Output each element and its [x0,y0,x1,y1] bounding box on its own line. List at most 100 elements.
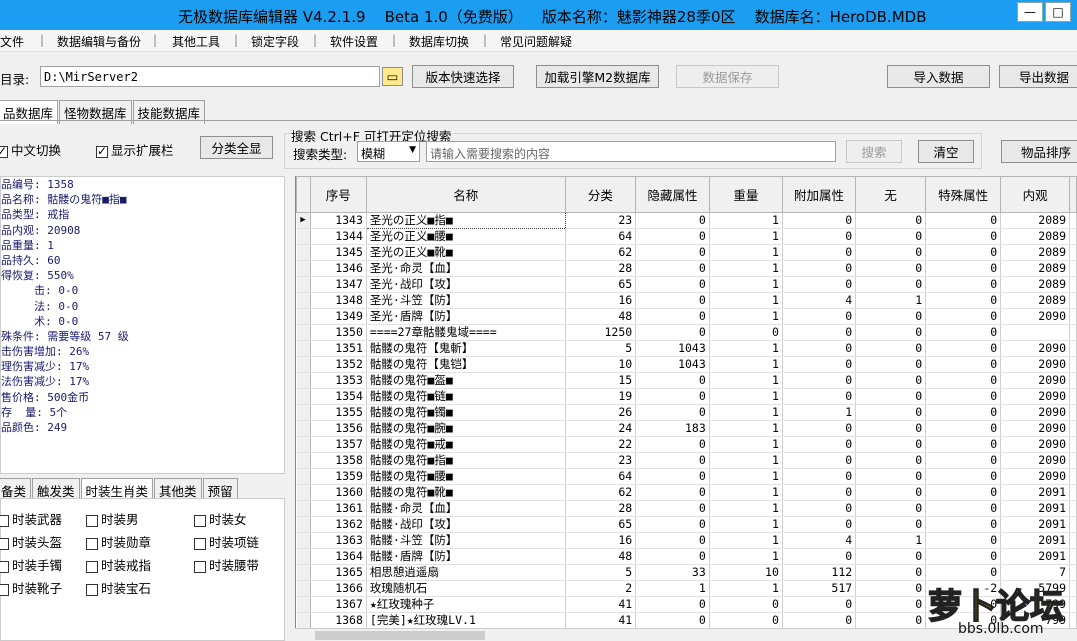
table-cell[interactable]: 1 [709,468,783,485]
table-cell[interactable]: 0 [635,452,710,469]
table-cell[interactable]: 2090 [1000,404,1070,421]
table-cell[interactable]: 0 [782,452,857,469]
table-cell[interactable]: 0 [635,612,710,629]
table-cell[interactable]: 16 [565,292,637,309]
table-cell[interactable]: 1 [635,580,710,597]
table-cell[interactable]: 1359 [310,468,367,485]
minimize-button[interactable]: — [1017,2,1043,22]
table-row[interactable]: 1346 圣光·命灵【血】 28 0 1 0 0 0 2089 [296,260,1077,277]
category-checkbox[interactable]: 时装手镯 [0,555,62,574]
table-cell[interactable]: 0 [782,212,857,229]
table-cell[interactable]: 1 [855,292,927,309]
table-cell[interactable]: 183 [635,420,710,437]
table-cell[interactable]: 骷髅の鬼符■靴■ [366,484,566,501]
table-cell[interactable]: 骷髅の鬼符■戒■ [366,436,566,453]
table-row[interactable]: 1354 骷髅の鬼符■链■ 19 0 1 0 0 0 2090 [296,388,1077,405]
table-cell[interactable]: 1 [855,532,927,549]
table-cell[interactable]: 0 [925,260,1002,277]
table-cell[interactable]: 0 [855,580,927,597]
table-cell[interactable]: 0 [855,372,927,389]
table-row[interactable]: ▶ 1343 圣光の正义■指■ 23 0 1 0 0 0 2089 [296,212,1077,229]
category-checkbox[interactable]: 时装女 [194,509,247,528]
show-all-categories-button[interactable]: 分类全显 [200,136,273,159]
table-cell[interactable]: 1356 [310,420,367,437]
table-cell[interactable]: 2089 [1000,244,1070,261]
table-cell[interactable]: 1 [709,308,783,325]
table-cell[interactable]: 0 [855,276,927,293]
table-cell[interactable]: 0 [782,436,857,453]
category-checkbox[interactable]: 时装勋章 [86,532,151,551]
table-cell[interactable]: 64 [565,228,637,245]
table-cell[interactable]: 22 [565,436,637,453]
table-cell[interactable]: 1361 [310,500,367,517]
table-cell[interactable]: 1364 [310,548,367,565]
table-cell[interactable]: 10 [565,356,637,373]
table-cell[interactable]: 圣光の正义■腰■ [366,228,566,245]
table-cell[interactable]: 0 [925,516,1002,533]
table-cell[interactable]: 0 [635,324,710,341]
table-cell[interactable]: 0 [635,484,710,501]
table-cell[interactable]: 骷髅の鬼符【鬼铠】 [366,356,566,373]
table-cell[interactable]: 圣光の正义■靴■ [366,244,566,261]
table-cell[interactable]: 0 [782,340,857,357]
table-cell[interactable]: 1367 [310,596,367,613]
table-row[interactable]: 1345 圣光の正义■靴■ 62 0 1 0 0 0 2089 [296,244,1077,261]
table-cell[interactable]: 0 [782,244,857,261]
category-checkbox[interactable]: 时装宝石 [86,578,151,597]
table-cell[interactable]: 0 [855,420,927,437]
table-cell[interactable]: 0 [782,516,857,533]
table-cell[interactable]: 0 [635,532,710,549]
table-cell[interactable]: 1 [709,292,783,309]
save-data-button[interactable]: 数据保存 [676,65,779,88]
table-cell[interactable]: 0 [782,228,857,245]
table-row[interactable]: 1351 骷髅の鬼符【鬼斬】 5 1043 1 0 0 0 2090 [296,340,1077,357]
table-cell[interactable]: 0 [709,324,783,341]
table-cell[interactable]: 28 [565,260,637,277]
table-cell[interactable]: 65 [565,276,637,293]
table-cell[interactable]: 2090 [1000,308,1070,325]
table-cell[interactable]: 相思憩逍遥扇 [366,564,566,581]
table-cell[interactable]: 0 [925,404,1002,421]
table-row[interactable]: 1358 骷髅の鬼符■指■ 23 0 1 0 0 0 2090 [296,452,1077,469]
table-cell[interactable]: 圣光·盾牌【防】 [366,308,566,325]
table-cell[interactable]: 1 [709,388,783,405]
table-cell[interactable]: 0 [925,324,1002,341]
table-cell[interactable]: 2090 [1000,436,1070,453]
table-cell[interactable]: 0 [782,500,857,517]
column-header[interactable]: 分类 [564,176,637,213]
table-cell[interactable]: 0 [855,452,927,469]
table-cell[interactable]: 1250 [565,324,637,341]
column-header[interactable]: 名称 [365,176,566,213]
folder-icon[interactable]: ▭ [382,67,403,86]
table-cell[interactable]: 23 [565,212,637,229]
table-cell[interactable]: 0 [782,468,857,485]
menu-db-switch[interactable]: 数据库切换 [409,33,469,50]
menu-file[interactable]: 文件 [0,33,24,50]
table-cell[interactable]: 0 [635,500,710,517]
clear-button[interactable]: 清空 [918,140,974,163]
table-cell[interactable]: 骷髅の鬼符【鬼斬】 [366,340,566,357]
column-header[interactable]: 附加属性 [781,176,857,213]
table-cell[interactable]: 骷髅·盾牌【防】 [366,548,566,565]
column-header[interactable]: 重量 [708,176,783,213]
menu-faq[interactable]: 常见问题解疑 [500,33,572,50]
table-cell[interactable]: 2090 [1000,420,1070,437]
table-cell[interactable]: 骷髅の鬼符■腰■ [366,468,566,485]
table-cell[interactable]: 19 [565,388,637,405]
table-cell[interactable]: 1 [709,548,783,565]
table-cell[interactable]: 0 [635,228,710,245]
table-cell[interactable]: 骷髅の鬼符■腕■ [366,420,566,437]
table-cell[interactable]: 0 [782,596,857,613]
table-cell[interactable]: 0 [782,612,857,629]
table-cell[interactable]: 0 [855,244,927,261]
table-cell[interactable]: 24 [565,420,637,437]
menu-lock-fields[interactable]: 锁定字段 [251,33,299,50]
table-cell[interactable]: 0 [635,468,710,485]
table-cell[interactable]: 0 [855,356,927,373]
table-cell[interactable]: 41 [565,596,637,613]
table-cell[interactable]: 圣光の正义■指■ [365,212,566,229]
table-row[interactable]: 1361 骷髅·命灵【血】 28 0 1 0 0 0 2091 [296,500,1077,517]
table-cell[interactable]: 0 [782,308,857,325]
table-cell[interactable]: 1 [709,420,783,437]
table-cell[interactable]: 2090 [1000,468,1070,485]
